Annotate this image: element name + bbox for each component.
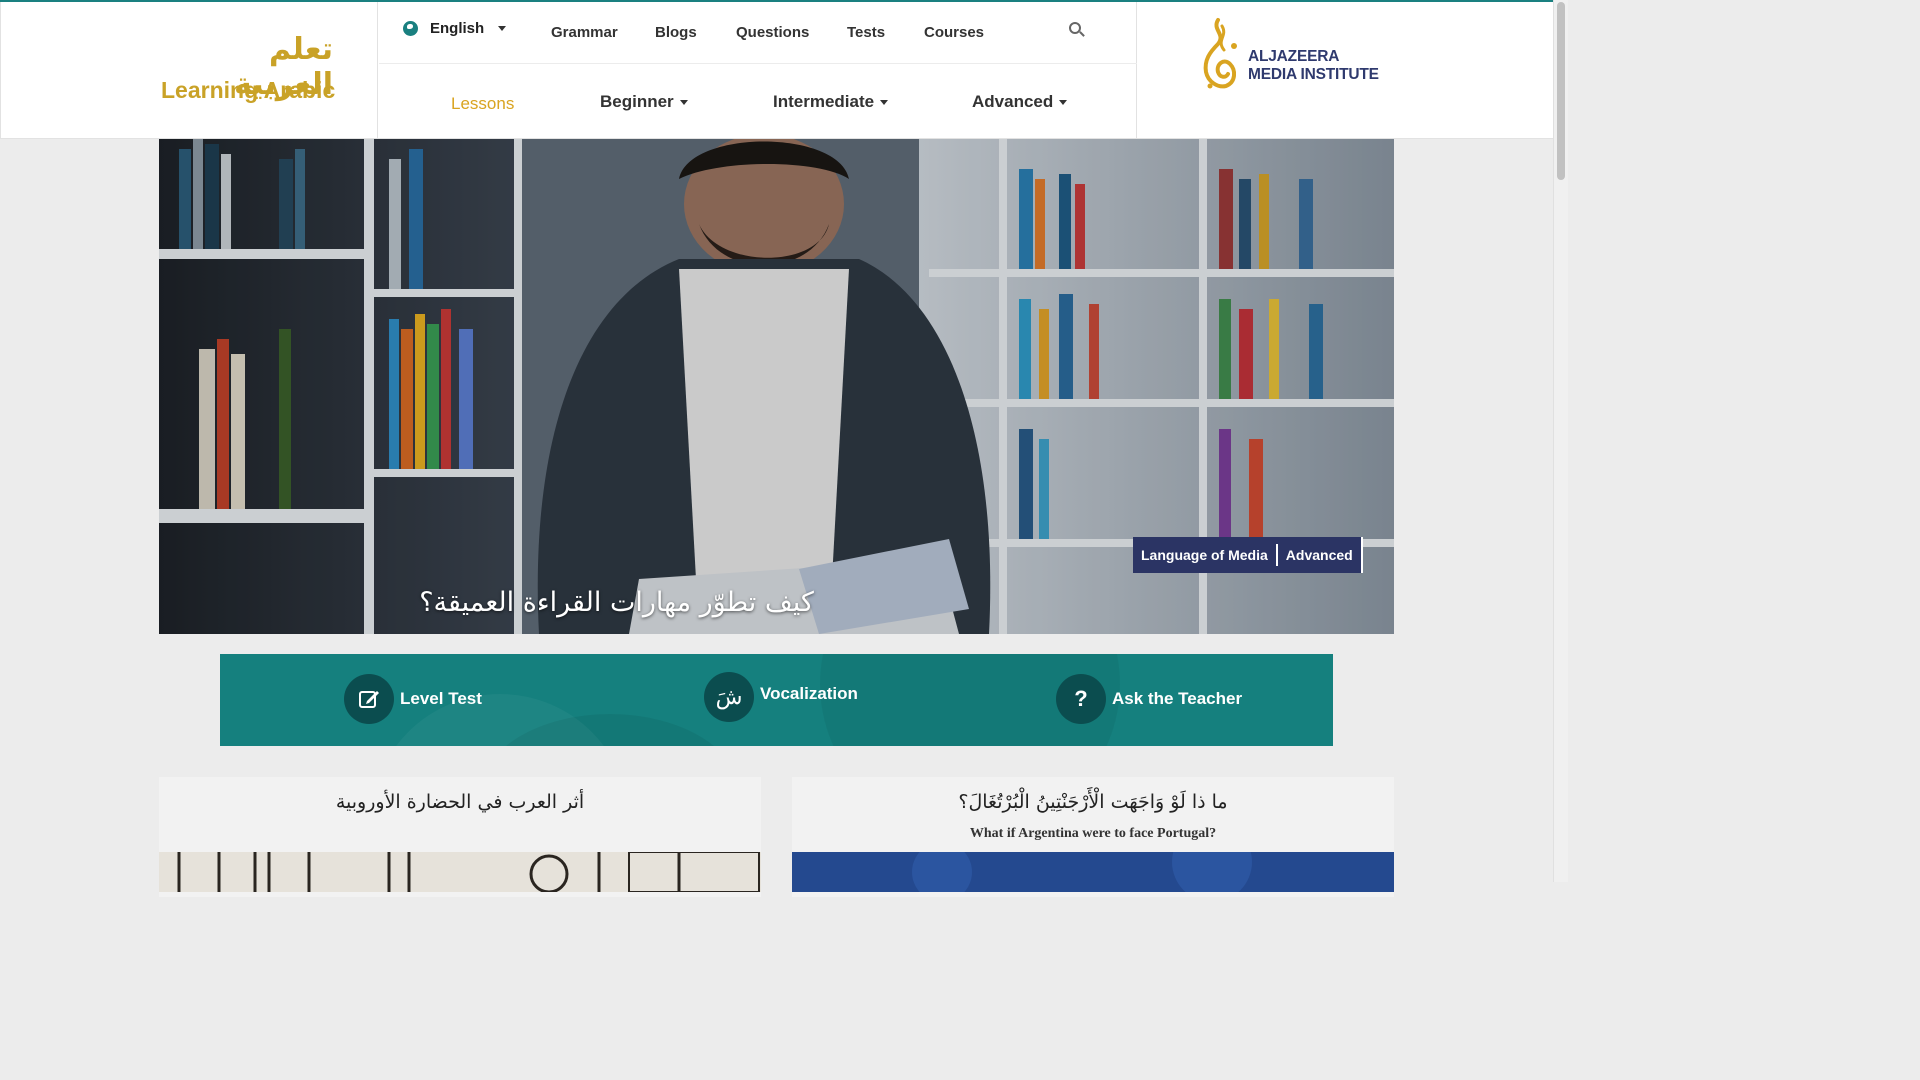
language-label: English: [430, 20, 485, 37]
chevron-down-icon: [880, 100, 889, 106]
hero-title[interactable]: كيف تطوّر مهارات القراءة العميقة؟: [159, 587, 1394, 618]
vocalization-icon: شَ: [704, 672, 754, 722]
subnav-beginner[interactable]: Beginner: [600, 92, 688, 112]
ask-teacher-button[interactable]: ? Ask the Teacher: [1056, 674, 1242, 724]
logo-wordmark: ALJAZEERA MEDIA INSTITUTE: [1248, 48, 1379, 84]
globe-icon: [403, 21, 418, 36]
scrollbar-thumb[interactable]: [1557, 2, 1565, 180]
tag-advanced[interactable]: Advanced: [1278, 547, 1361, 563]
hero-title-text: كيف تطوّر مهارات القراءة العميقة؟: [419, 587, 814, 618]
card-2-subtitle: What if Argentina were to face Portugal?: [969, 826, 1217, 841]
site-header: تعلم العربية Learning Arabic English Gra…: [0, 2, 1553, 139]
nav-blogs[interactable]: Blogs: [655, 24, 697, 41]
card-2-image: [792, 852, 1394, 892]
nav-grammar[interactable]: Grammar: [551, 24, 618, 41]
level-test-button[interactable]: Level Test: [344, 674, 482, 724]
question-icon: ?: [1056, 674, 1106, 724]
nav-tests[interactable]: Tests: [847, 24, 885, 41]
aljazeera-emblem-icon: [1203, 18, 1237, 89]
logo-line-2: MEDIA INSTITUTE: [1248, 66, 1379, 83]
chevron-down-icon: [498, 26, 507, 31]
article-card-1[interactable]: أثر العرب في الحضارة الأوروبية: [159, 777, 761, 897]
card-1-title[interactable]: أثر العرب في الحضارة الأوروبية: [159, 791, 761, 813]
tools-bar: Level Test شَ Vocalization ? Ask the Tea…: [220, 654, 1333, 746]
nav-sub-row: Lessons Beginner Intermediate Advanced: [379, 64, 1137, 138]
aljazeera-logo[interactable]: ALJAZEERA MEDIA INSTITUTE: [1196, 16, 1386, 96]
edit-icon: [344, 674, 394, 724]
brand-block[interactable]: تعلم العربية Learning Arabic: [0, 2, 378, 138]
subnav-intermediate-label: Intermediate: [773, 92, 875, 111]
ask-teacher-label: Ask the Teacher: [1112, 689, 1243, 708]
nav-questions[interactable]: Questions: [736, 24, 809, 41]
main-navigation: English Grammar Blogs Questions Tests Co…: [379, 2, 1137, 138]
chevron-down-icon: [1059, 100, 1068, 106]
nav-courses[interactable]: Courses: [924, 24, 984, 41]
card-2-title[interactable]: ما ذا لَوْ وَاجَهَت الْأَرْجَنْتِينُ الْ…: [792, 791, 1394, 813]
brand-english-title: Learning Arabic: [161, 77, 336, 103]
subnav-advanced-label: Advanced: [972, 92, 1054, 111]
level-test-label: Level Test: [400, 689, 482, 708]
page-scrollbar[interactable]: [1553, 0, 1568, 882]
vocalization-label: Vocalization: [760, 684, 858, 703]
logo-line-1: ALJAZEERA: [1248, 48, 1340, 65]
article-card-2[interactable]: ما ذا لَوْ وَاجَهَت الْأَرْجَنْتِينُ الْ…: [792, 777, 1394, 897]
subnav-advanced[interactable]: Advanced: [972, 92, 1068, 112]
subnav-lessons[interactable]: Lessons: [451, 94, 514, 114]
vocalization-glyph: شَ: [715, 684, 743, 710]
question-glyph: ?: [1074, 686, 1088, 711]
hero-tags: Language of Media Advanced: [1133, 537, 1363, 573]
nav-top-row: English Grammar Blogs Questions Tests Co…: [379, 2, 1137, 64]
card-1-image: [159, 852, 761, 892]
chevron-down-icon: [679, 100, 688, 106]
search-icon[interactable]: [1069, 22, 1085, 38]
subnav-beginner-label: Beginner: [600, 92, 674, 111]
tag-language-of-media[interactable]: Language of Media: [1133, 547, 1276, 563]
vocalization-button[interactable]: شَ Vocalization: [704, 672, 858, 722]
subnav-intermediate[interactable]: Intermediate: [773, 92, 889, 112]
language-selector[interactable]: English: [403, 20, 507, 37]
hero-banner[interactable]: كيف تطوّر مهارات القراءة العميقة؟ Langua…: [159, 139, 1394, 634]
